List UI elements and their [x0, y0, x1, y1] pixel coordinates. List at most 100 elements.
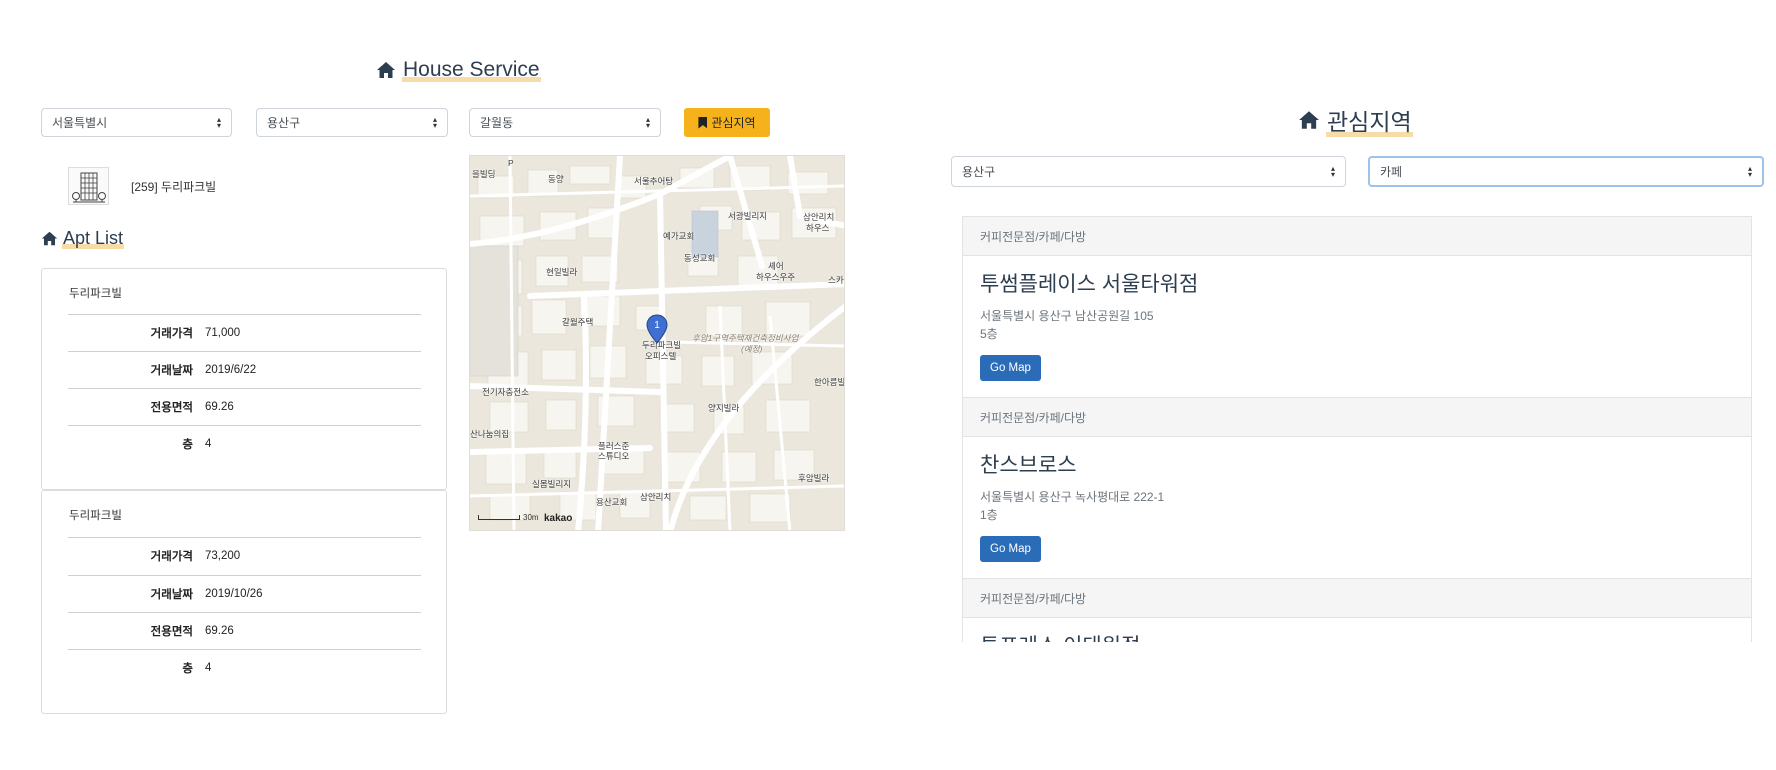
deal-apartment-name: 두리파크빌 [69, 288, 122, 300]
deal-row: 거래가격 71,000 [68, 314, 421, 351]
deal-apartment-name: 두리파크빌 [69, 510, 122, 522]
map-provider-logo: kakao [544, 513, 573, 524]
select-caret-icon: ▴ ▾ [432, 114, 437, 130]
house-icon [41, 231, 58, 246]
map-label: 갈월주택 [562, 317, 594, 327]
go-map-button[interactable]: Go Map [980, 536, 1041, 562]
deal-row: 층 4 [68, 425, 421, 462]
map-label: 실몸빌리지 [532, 479, 572, 489]
apt-list-title-text: Apt List [62, 228, 125, 249]
deal-row: 거래날짜 2019/6/22 [68, 351, 421, 388]
map-label: 스튜디오 [598, 451, 630, 461]
deal-row: 거래가격 73,200 [68, 537, 421, 574]
store-card: 커피전문점/카페/다방 투썸플레이스 서울타워점 서울특별시 용산구 남산공원길… [962, 216, 1752, 398]
page-title: House Service [376, 58, 541, 82]
deal-row: 층 4 [68, 649, 421, 686]
gugun-select[interactable]: 용산구 ▴ ▾ [256, 108, 448, 137]
building-icon [71, 172, 106, 203]
favorite-area-value: 용산구 [962, 165, 996, 179]
deal-card: 두리파크빌 거래가격 73,200 거래날짜 2019/10/26 전용면적 6… [41, 490, 447, 714]
deal-key: 거래날짜 [150, 365, 193, 377]
map-label: 하우스우주 [756, 272, 796, 282]
deal-key: 거래가격 [150, 328, 193, 340]
map-label: 동성교회 [684, 253, 716, 263]
deal-value: 4 [205, 662, 212, 674]
store-category: 커피전문점/카페/다방 [963, 398, 1751, 437]
store-category: 커피전문점/카페/다방 [963, 217, 1751, 256]
deal-key: 전용면적 [150, 626, 193, 638]
map-marker-number: 1 [654, 320, 660, 331]
sido-select[interactable]: 서울특별시 ▴ ▾ [41, 108, 232, 137]
map-label: 오피스텔 [645, 351, 677, 361]
store-list[interactable]: 커피전문점/카페/다방 투썸플레이스 서울타워점 서울특별시 용산구 남산공원길… [962, 216, 1752, 642]
store-name: 투프레소 이태원점 [980, 630, 1734, 642]
map-label: 스카 [828, 275, 844, 285]
store-address: 서울특별시 용산구 녹사평대로 222-1 [980, 490, 1165, 504]
bookmark-icon [698, 116, 708, 129]
deal-row: 전용면적 69.26 [68, 612, 421, 649]
house-icon [377, 62, 395, 78]
select-caret-icon: ▴ ▾ [1747, 163, 1752, 179]
map-label: 삼안리치 [640, 492, 672, 502]
map-view[interactable]: 을빌딩 P 동양 서울추어탕 서광빌리지 삼안리치 하우스 예가교회 동성교회 … [469, 155, 845, 531]
map-label: 용산교회 [596, 497, 628, 507]
map-label: P [508, 158, 514, 168]
deal-value: 4 [205, 438, 212, 450]
store-name: 찬스브로스 [980, 454, 1077, 477]
store-name: 투썸플레이스 서울타워점 [980, 273, 1199, 296]
map-label: 현일빌라 [546, 267, 578, 277]
deal-value: 2019/6/22 [205, 364, 257, 376]
map-label: 을빌딩 [472, 169, 496, 179]
deal-key: 거래날짜 [150, 589, 193, 601]
map-label: 서광빌리지 [728, 211, 768, 221]
deal-key: 전용면적 [150, 402, 193, 414]
map-marker-icon[interactable]: 1 [646, 314, 668, 344]
apartment-thumbnail [68, 167, 109, 205]
add-favorite-button[interactable]: 관심지역 [684, 108, 770, 137]
select-caret-icon: ▴ ▾ [1330, 163, 1335, 179]
add-favorite-label: 관심지역 [711, 116, 756, 130]
dong-select[interactable]: 갈월동 ▴ ▾ [469, 108, 661, 137]
house-icon [1299, 111, 1319, 129]
deal-card: 두리파크빌 거래가격 71,000 거래날짜 2019/6/22 전용면적 69… [41, 268, 447, 490]
favorites-title-text: 관심지역 [1326, 103, 1413, 137]
page-title-text: House Service [402, 58, 541, 82]
map-label: 후암빌라 [798, 473, 830, 483]
map-label: 동양 [548, 174, 564, 184]
deal-value: 69.26 [205, 625, 234, 637]
map-label: 예가교회 [663, 231, 695, 241]
deal-key: 층 [182, 663, 193, 675]
deal-value: 71,000 [205, 327, 241, 339]
store-floor: 5층 [980, 327, 998, 341]
map-label: (예정) [741, 344, 763, 354]
deal-value: 2019/10/26 [205, 588, 263, 600]
map-label: 하우스 [806, 223, 830, 233]
store-address: 서울특별시 용산구 남산공원길 105 [980, 309, 1154, 323]
deal-row: 전용면적 69.26 [68, 388, 421, 425]
favorite-area-select[interactable]: 용산구 ▴ ▾ [951, 156, 1346, 187]
select-caret-icon: ▴ ▾ [645, 114, 650, 130]
deal-key: 층 [182, 439, 193, 451]
map-label: 서울추어탕 [634, 176, 674, 186]
apartment-name: [259] 두리파크빌 [131, 180, 217, 194]
map-scale-label: 30m [523, 513, 539, 522]
deal-value: 73,200 [205, 550, 241, 562]
store-floor: 1층 [980, 508, 998, 522]
store-category: 커피전문점/카페/다방 [963, 579, 1751, 618]
store-category-select[interactable]: 카페 ▴ ▾ [1368, 156, 1764, 187]
store-category-value: 카페 [1380, 165, 1403, 179]
gugun-select-value: 용산구 [267, 116, 301, 130]
map-scale-bar [478, 515, 520, 520]
sido-select-value: 서울특별시 [52, 116, 108, 130]
dong-select-value: 갈월동 [480, 116, 514, 130]
apt-list-title: Apt List [41, 228, 125, 249]
map-label: 전기자충전소 [482, 387, 529, 397]
deal-value: 69.26 [205, 401, 234, 413]
deal-row: 거래날짜 2019/10/26 [68, 575, 421, 612]
store-card: 커피전문점/카페/다방 찬스브로스 서울특별시 용산구 녹사평대로 222-1 … [962, 397, 1752, 579]
go-map-button[interactable]: Go Map [980, 355, 1041, 381]
map-label: 산나눔의집 [470, 429, 510, 439]
favorites-title: 관심지역 [1298, 103, 1413, 137]
select-caret-icon: ▴ ▾ [216, 114, 221, 130]
map-label: 양지빌라 [708, 403, 740, 413]
